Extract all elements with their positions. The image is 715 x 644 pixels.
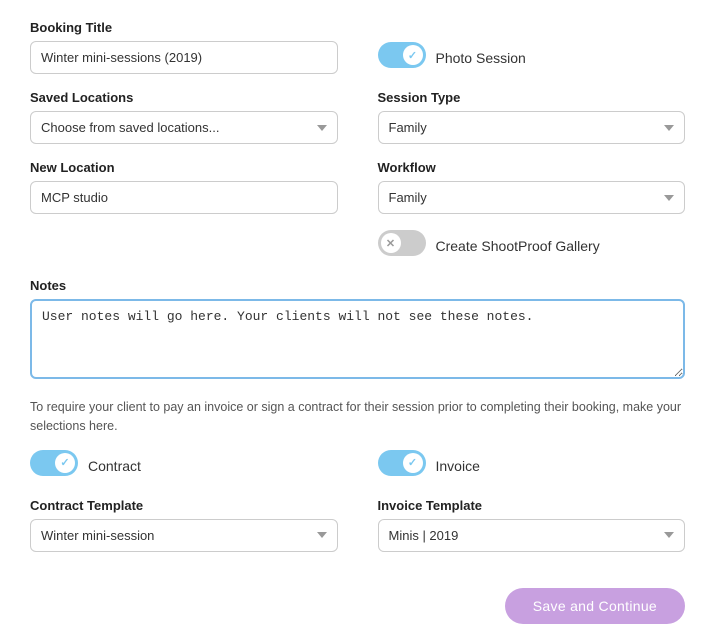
session-type-label: Session Type <box>378 90 686 105</box>
contract-toggle[interactable] <box>30 450 78 476</box>
invoice-label: Invoice <box>436 458 480 474</box>
notes-label: Notes <box>30 278 685 293</box>
booking-title-label: Booking Title <box>30 20 338 35</box>
info-text: To require your client to pay an invoice… <box>30 398 685 436</box>
new-location-label: New Location <box>30 160 338 175</box>
shootproof-toggle[interactable] <box>378 230 426 256</box>
contract-template-select[interactable]: Winter mini-session Standard Custom <box>30 519 338 552</box>
invoice-toggle[interactable] <box>378 450 426 476</box>
new-location-input[interactable] <box>30 181 338 214</box>
saved-locations-select[interactable]: Choose from saved locations... <box>30 111 338 144</box>
photo-session-toggle[interactable] <box>378 42 426 68</box>
contract-label: Contract <box>88 458 141 474</box>
booking-title-input[interactable] <box>30 41 338 74</box>
workflow-select[interactable]: Family Individual Corporate Wedding <box>378 181 686 214</box>
shootproof-label: Create ShootProof Gallery <box>436 238 600 254</box>
session-type-select[interactable]: Family Individual Corporate Wedding <box>378 111 686 144</box>
workflow-label: Workflow <box>378 160 686 175</box>
contract-template-label: Contract Template <box>30 498 338 513</box>
notes-textarea[interactable]: User notes will go here. Your clients wi… <box>30 299 685 379</box>
photo-session-label: Photo Session <box>436 50 526 66</box>
invoice-template-label: Invoice Template <box>378 498 686 513</box>
saved-locations-label: Saved Locations <box>30 90 338 105</box>
invoice-template-select[interactable]: Minis | 2019 Standard Custom <box>378 519 686 552</box>
save-continue-button[interactable]: Save and Continue <box>505 588 685 624</box>
